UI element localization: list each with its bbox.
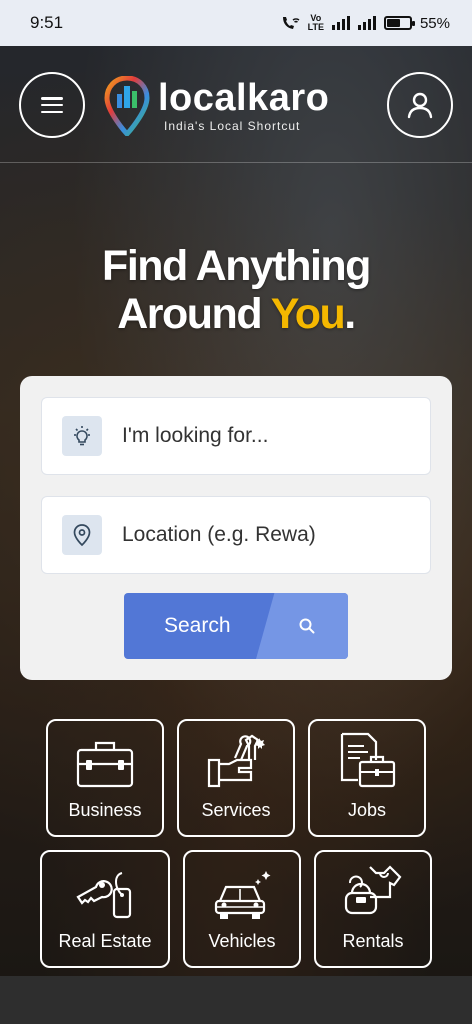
brand-name: localkaro: [158, 77, 330, 119]
headline-accent: You: [270, 290, 346, 338]
hamburger-icon: [41, 97, 63, 113]
search-icon: [299, 618, 315, 634]
looking-for-input[interactable]: I'm looking for...: [41, 397, 431, 475]
signal-icon: [331, 16, 350, 30]
category-label: Jobs: [347, 800, 387, 820]
category-label: Business: [68, 800, 142, 820]
menu-button[interactable]: [19, 72, 85, 138]
location-input[interactable]: Location (e.g. Rewa): [41, 496, 431, 574]
category-real-estate[interactable]: Real Estate: [40, 850, 170, 968]
volte-bottom-text: LTE: [307, 22, 324, 32]
category-label: Rentals: [342, 931, 404, 951]
user-icon: [407, 92, 433, 119]
hero-headline: Find Anything Around You.: [0, 242, 472, 338]
search-button[interactable]: Search: [124, 593, 348, 659]
looking-for-placeholder: I'm looking for...: [122, 424, 269, 447]
brand-logo[interactable]: localkaro India's Local Shortcut: [104, 74, 372, 138]
category-jobs[interactable]: Jobs: [308, 719, 426, 837]
headline-line-2: Around You.: [0, 290, 472, 338]
headline-line-1: Find Anything: [102, 242, 371, 290]
key-tag-icon: [76, 872, 132, 919]
tools-icon: [207, 734, 265, 788]
account-button[interactable]: [387, 72, 453, 138]
headline-plain: Around: [117, 290, 271, 338]
status-icons: Vo LTE 55%: [280, 14, 450, 32]
status-bar: 9:51 Vo LTE 55%: [0, 0, 472, 46]
category-label: Vehicles: [208, 931, 276, 951]
location-placeholder: Location (e.g. Rewa): [122, 523, 316, 546]
volte-indicator: Vo LTE: [308, 14, 324, 32]
search-card: I'm looking for... Location (e.g. Rewa) …: [20, 376, 452, 680]
brand-tagline: India's Local Shortcut: [164, 119, 301, 133]
document-briefcase-icon: [340, 732, 396, 788]
category-services[interactable]: Services: [177, 719, 295, 837]
battery-icon: [383, 16, 415, 30]
category-business[interactable]: Business: [46, 719, 164, 837]
logo-text: localkaro India's Local Shortcut: [158, 79, 329, 133]
location-pin-icon: [62, 515, 102, 555]
logo-pin-icon: [104, 76, 150, 136]
signal-icon-2: [357, 16, 376, 30]
status-time: 9:51: [30, 13, 64, 32]
category-rentals[interactable]: Rentals: [314, 850, 432, 968]
clothes-icon: [344, 865, 402, 915]
briefcase-icon: [76, 741, 134, 788]
category-label: Real Estate: [58, 931, 152, 951]
search-button-label: Search: [164, 614, 231, 637]
lightbulb-icon: [62, 416, 102, 456]
car-icon: [214, 871, 271, 919]
headline-period: .: [344, 290, 356, 338]
battery-percent: 55%: [419, 14, 450, 32]
category-vehicles[interactable]: Vehicles: [183, 850, 301, 968]
header-divider: [0, 162, 472, 163]
wifi-call-icon: [282, 17, 300, 29]
category-label: Services: [201, 800, 271, 820]
bottom-bar: [0, 976, 472, 1024]
